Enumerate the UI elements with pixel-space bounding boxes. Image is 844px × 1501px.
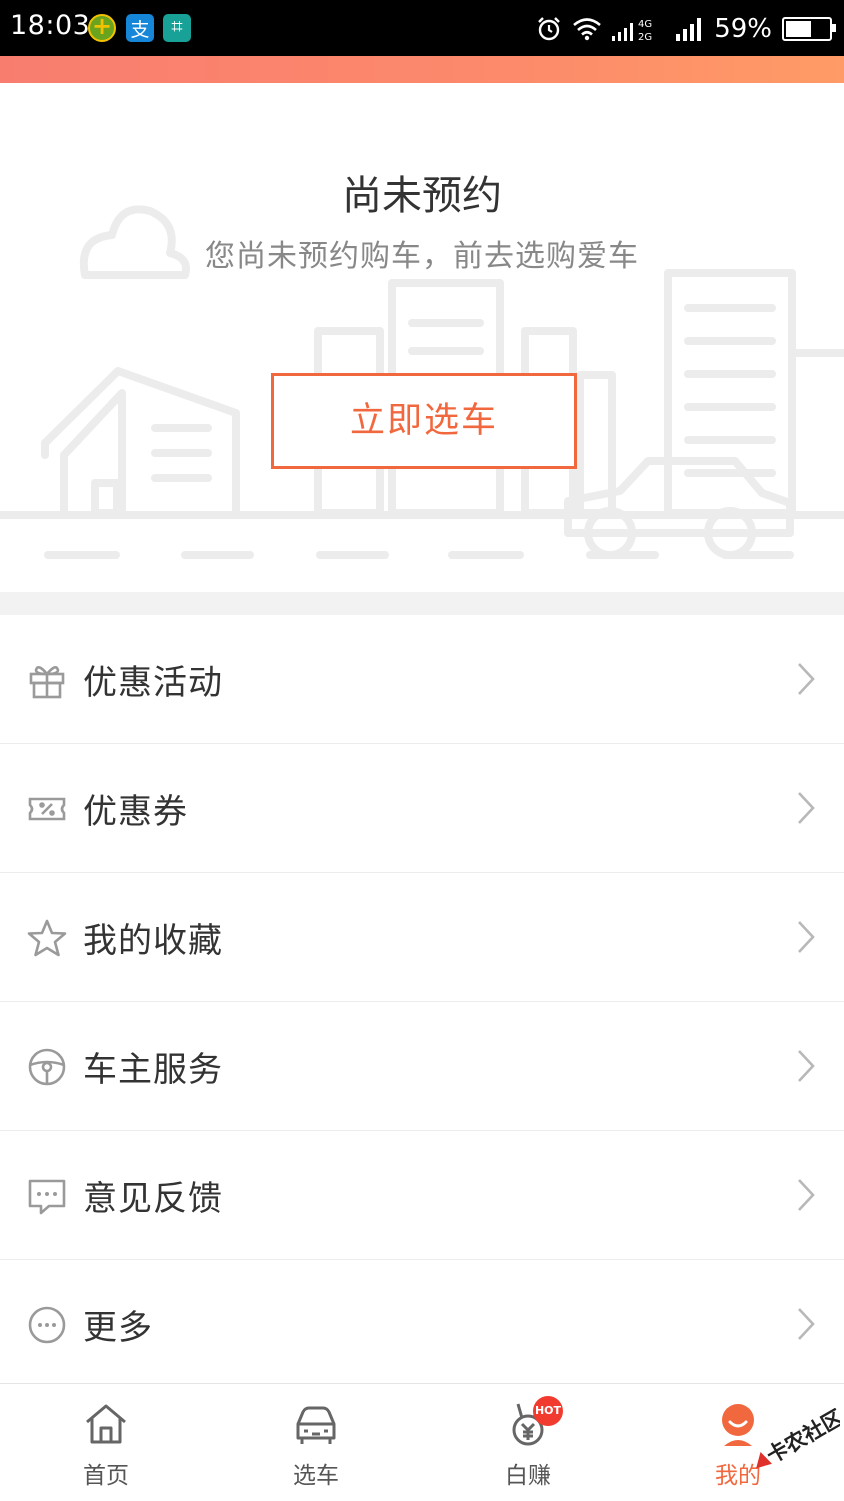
wifi-icon <box>573 18 602 41</box>
nav-home-label: 首页 <box>83 1463 129 1489</box>
bottom-nav: 首页 选车 HOT 白赚 我的 <box>0 1383 844 1501</box>
car-icon <box>296 1406 336 1444</box>
section-divider <box>0 592 844 615</box>
header-accent-strip <box>0 56 844 83</box>
svg-text:2G: 2G <box>638 32 652 42</box>
nav-select-car[interactable]: 选车 <box>236 1384 396 1501</box>
gift-icon <box>29 666 65 699</box>
chevron-right-icon <box>798 1050 815 1082</box>
nav-earn-label: 白赚 <box>505 1463 551 1489</box>
chevron-right-icon <box>798 663 815 695</box>
star-icon <box>27 919 67 957</box>
signal-icon: 4G 2G <box>612 19 652 42</box>
scan-icon <box>163 14 191 42</box>
empty-state-subtitle: 您尚未预约购车，前去选购爱车 <box>205 239 639 274</box>
battery-icon <box>782 17 836 41</box>
menu-item-label: 意见反馈 <box>83 1179 223 1219</box>
menu-item-feedback[interactable]: 意见反馈 <box>0 1131 844 1260</box>
nav-select-car-label: 选车 <box>293 1463 339 1489</box>
menu-item-favorites[interactable]: 我的收藏 <box>0 873 844 1002</box>
empty-state-title: 尚未预约 <box>342 173 502 219</box>
select-car-button[interactable]: 立即选车 <box>271 373 577 469</box>
status-time: 18:03 <box>10 10 91 41</box>
svg-text:卡农社区: 卡农社区 <box>762 1408 840 1468</box>
menu-item-more[interactable]: 更多 <box>0 1260 844 1388</box>
feedback-icon <box>28 1179 66 1215</box>
home-icon <box>86 1404 126 1444</box>
chevron-right-icon <box>798 792 815 824</box>
steering-wheel-icon <box>28 1048 66 1086</box>
more-icon <box>28 1306 66 1344</box>
menu-item-label: 我的收藏 <box>83 921 223 961</box>
signal-icon-2 <box>676 18 702 41</box>
hot-badge: HOT <box>533 1396 563 1426</box>
alipay-icon <box>126 14 154 42</box>
chevron-right-icon <box>798 1308 815 1340</box>
menu-list: 优惠活动 优惠券 我的收藏 车主服务 意见反馈 更多 <box>0 615 844 1388</box>
battery-percent: 59% <box>714 14 772 44</box>
menu-item-label: 更多 <box>83 1308 153 1348</box>
status-bar: 18:03 4G 2G 59% <box>0 0 844 56</box>
watermark-logo: 卡农社区 <box>756 1408 840 1469</box>
svg-text:4G: 4G <box>638 19 652 30</box>
menu-item-promotions[interactable]: 优惠活动 <box>0 615 844 744</box>
status-right: 4G 2G 59% <box>536 12 836 46</box>
app-icon <box>88 12 116 42</box>
menu-item-label: 优惠券 <box>83 792 188 832</box>
menu-item-coupons[interactable]: 优惠券 <box>0 744 844 873</box>
nav-home[interactable]: 首页 <box>26 1384 186 1501</box>
menu-item-owner-services[interactable]: 车主服务 <box>0 1002 844 1131</box>
menu-item-label: 优惠活动 <box>83 663 223 703</box>
menu-item-label: 车主服务 <box>83 1050 223 1090</box>
coupon-icon <box>28 797 66 821</box>
chevron-right-icon <box>798 1179 815 1211</box>
alarm-icon <box>538 17 561 41</box>
nav-earn[interactable]: HOT 白赚 <box>448 1384 608 1501</box>
chevron-right-icon <box>798 921 815 953</box>
empty-state-panel: 尚未预约 您尚未预约购车，前去选购爱车 立即选车 <box>0 83 844 592</box>
city-illustration <box>0 205 844 559</box>
